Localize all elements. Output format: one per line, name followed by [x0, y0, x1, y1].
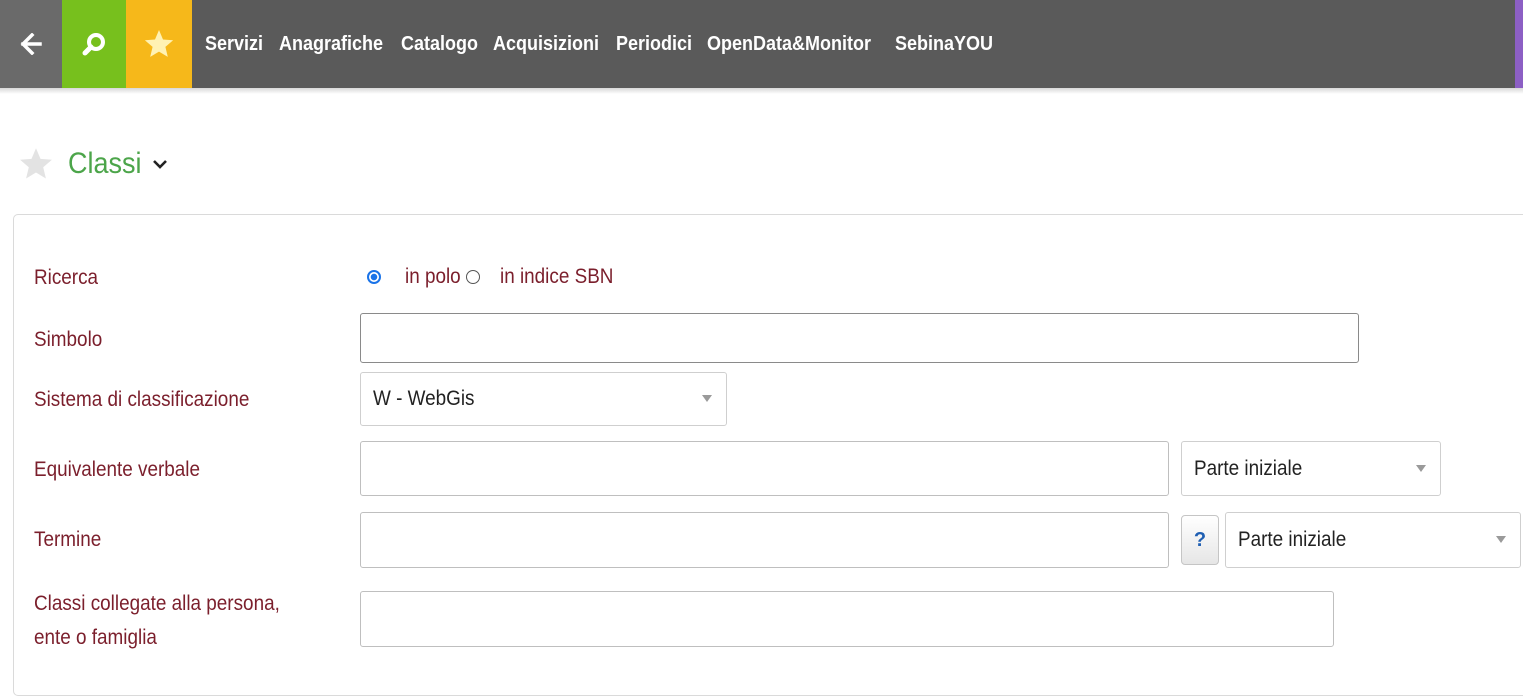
nav-item-catalogo[interactable]: Catalogo — [401, 33, 478, 56]
topbar-shadow — [0, 88, 1523, 94]
nav-item-acquisizioni[interactable]: Acquisizioni — [493, 33, 599, 56]
collegate-input[interactable] — [360, 591, 1334, 647]
termine-label: Termine — [34, 528, 102, 551]
dropdown-arrow-icon — [1496, 536, 1506, 543]
back-button[interactable] — [0, 0, 62, 88]
star-icon — [144, 30, 174, 57]
favorite-star-icon[interactable] — [18, 146, 54, 182]
nav-item-anagrafiche[interactable]: Anagrafiche — [279, 33, 383, 56]
search-button[interactable] — [62, 0, 126, 88]
sistema-label: Sistema di classificazione — [34, 388, 250, 411]
radio-in-indice-sbn[interactable] — [465, 270, 480, 284]
collegate-label-line1: Classi collegate alla persona, — [34, 592, 280, 615]
nav-item-periodici[interactable]: Periodici — [616, 33, 692, 56]
equivalente-mode-select[interactable]: Parte iniziale — [1181, 441, 1441, 496]
sistema-select-value: W - WebGis — [373, 387, 475, 410]
main-nav: Servizi Anagrafiche Catalogo Acquisizion… — [205, 0, 995, 88]
nav-item-sebinayou[interactable]: SebinaYOU — [895, 33, 993, 56]
topbar-accent — [1515, 0, 1523, 88]
equivalente-mode-value: Parte iniziale — [1194, 456, 1303, 480]
termine-help-button[interactable]: ? — [1181, 515, 1219, 565]
collegate-label-line2: ente o famiglia — [34, 626, 157, 649]
chevron-down-icon[interactable] — [152, 156, 168, 172]
equivalente-label: Equivalente verbale — [34, 458, 201, 481]
radio-in-polo-label[interactable]: in polo — [405, 265, 461, 289]
page-title: Classi — [68, 147, 142, 180]
sistema-select[interactable]: W - WebGis — [360, 372, 727, 426]
arrow-left-icon — [20, 33, 42, 55]
nav-item-opendata-monitor[interactable]: OpenData&Monitor — [707, 33, 871, 56]
radio-in-polo[interactable] — [367, 270, 381, 284]
dropdown-arrow-icon — [702, 395, 712, 402]
top-bar: Servizi Anagrafiche Catalogo Acquisizion… — [0, 0, 1523, 88]
simbolo-label: Simbolo — [34, 328, 103, 351]
page-header: Classi — [18, 142, 168, 186]
termine-mode-value: Parte iniziale — [1238, 528, 1347, 551]
radio-in-indice-sbn-label[interactable]: in indice SBN — [500, 265, 613, 289]
search-icon — [82, 33, 105, 56]
nav-item-servizi[interactable]: Servizi — [205, 33, 263, 56]
dropdown-arrow-icon — [1416, 464, 1426, 472]
ricerca-radio-group: in polo in indice SBN — [367, 262, 626, 292]
simbolo-input[interactable] — [360, 313, 1359, 363]
equivalente-input[interactable] — [360, 441, 1169, 496]
termine-input[interactable] — [360, 512, 1169, 568]
help-question-icon: ? — [1193, 528, 1207, 551]
termine-mode-select[interactable]: Parte iniziale — [1225, 512, 1521, 568]
ricerca-label: Ricerca — [34, 266, 99, 289]
favorites-button[interactable] — [126, 0, 192, 88]
